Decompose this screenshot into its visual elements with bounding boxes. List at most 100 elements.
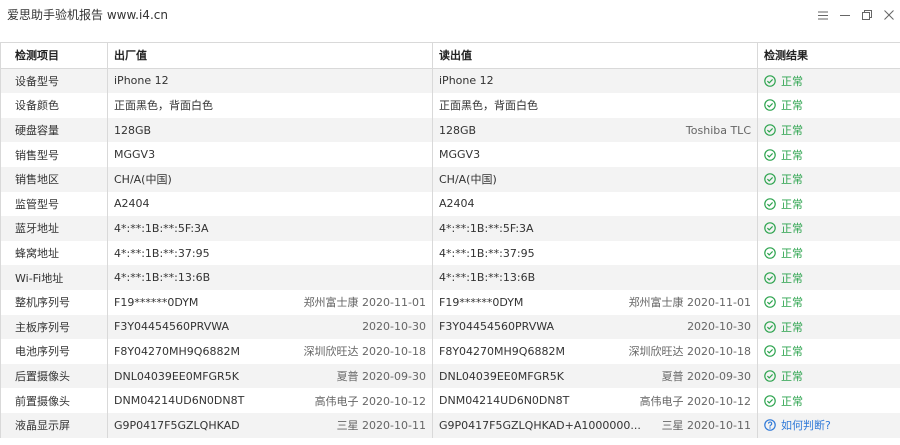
result-status: 正常 bbox=[781, 271, 803, 285]
result-status: 正常 bbox=[781, 74, 803, 88]
result-cell: 正常 bbox=[758, 117, 900, 143]
read-value: DNM04214UD6N0DN8T bbox=[439, 394, 570, 408]
factory-value-cell: G9P0417F5GZLQHKAD 三星 2020-10-11 bbox=[108, 412, 433, 438]
read-meta: 高伟电子 2020-10-12 bbox=[639, 394, 751, 408]
read-value-cell: iPhone 12 bbox=[433, 68, 758, 94]
factory-value-cell: F3Y04454560PRVWA 2020-10-30 bbox=[108, 314, 433, 340]
check-circle-icon bbox=[764, 173, 776, 186]
read-value: 正面黑色，背面白色 bbox=[439, 99, 538, 113]
read-value-cell: F3Y04454560PRVWA 2020-10-30 bbox=[433, 314, 758, 340]
result-cell: 正常 bbox=[758, 265, 900, 290]
result-status: 正常 bbox=[781, 370, 803, 384]
table-row: 后置摄像头 DNL04039EE0MFGR5K 夏普 2020-09-30 DNL04… bbox=[0, 363, 900, 389]
table-row: 电池序列号 F8Y04270MH9Q6882M 深圳欣旺达 2020-10-18 F8… bbox=[0, 339, 900, 364]
minimize-icon bbox=[840, 14, 850, 16]
factory-meta: 郑州富士康 2020-11-01 bbox=[303, 296, 426, 310]
read-value: DNL04039EE0MFGR5K bbox=[439, 369, 564, 383]
read-value-cell: A2404 bbox=[433, 191, 758, 217]
read-value-cell: 128GB Toshiba TLC bbox=[433, 117, 758, 143]
factory-value: 4*:**:1B:**:5F:3A bbox=[114, 221, 209, 235]
factory-value-cell: 正面黑色，背面白色 bbox=[108, 93, 433, 118]
row-item-label: 液晶显示屏 bbox=[0, 412, 108, 438]
result-status: 正常 bbox=[781, 124, 803, 138]
check-circle-icon bbox=[764, 198, 776, 210]
restore-icon bbox=[862, 10, 872, 20]
factory-meta: 三星 2020-10-11 bbox=[336, 419, 426, 433]
check-circle-icon bbox=[764, 271, 776, 284]
factory-meta: 深圳欣旺达 2020-10-18 bbox=[303, 345, 426, 359]
result-status: 正常 bbox=[781, 99, 803, 113]
result-status: 正常 bbox=[781, 197, 803, 211]
read-meta: 三星 2020-10-11 bbox=[661, 419, 751, 433]
factory-value: 128GB bbox=[114, 123, 152, 137]
table-row: 主板序列号 F3Y04454560PRVWA 2020-10-30 F3Y044545… bbox=[0, 314, 900, 340]
check-circle-icon bbox=[764, 75, 776, 87]
factory-value-cell: F19******0DYM 郑州富士康 2020-11-01 bbox=[108, 289, 433, 315]
row-item-label: 整机序列号 bbox=[0, 289, 108, 315]
factory-value-cell: CH/A(中国) bbox=[108, 166, 433, 192]
factory-value: DNM04214UD6N0DN8T bbox=[114, 394, 245, 408]
check-circle-icon bbox=[764, 99, 776, 112]
read-value-cell: CH/A(中国) bbox=[433, 166, 758, 192]
row-item-label: Wi-Fi地址 bbox=[0, 265, 108, 290]
read-value: iPhone 12 bbox=[439, 74, 494, 88]
result-status: 正常 bbox=[781, 394, 803, 408]
header-result: 检测结果 bbox=[758, 42, 900, 69]
report-table: 检测项目 出厂值 读出值 检测结果 设备型号 iPhone 12 iPhone 12… bbox=[0, 42, 900, 438]
result-cell: 正常 bbox=[758, 191, 900, 217]
factory-value-cell: F8Y04270MH9Q6882M 深圳欣旺达 2020-10-18 bbox=[108, 339, 433, 364]
table-body: 设备型号 iPhone 12 iPhone 12 正常 设备颜色 正面黑色，背面白色 正面黑… bbox=[0, 68, 900, 438]
result-cell: 正常 bbox=[758, 166, 900, 192]
report-content: 检测项目 出厂值 读出值 检测结果 设备型号 iPhone 12 iPhone 12… bbox=[0, 42, 900, 445]
factory-value: 4*:**:1B:**:37:95 bbox=[114, 246, 210, 260]
read-value: F8Y04270MH9Q6882M bbox=[439, 344, 565, 358]
read-meta: 郑州富士康 2020-11-01 bbox=[628, 296, 751, 310]
factory-value: A2404 bbox=[114, 197, 150, 211]
factory-value: F3Y04454560PRVWA bbox=[114, 320, 230, 334]
factory-value: iPhone 12 bbox=[114, 74, 169, 88]
check-circle-icon bbox=[764, 370, 776, 382]
result-status: 正常 bbox=[781, 173, 803, 187]
check-circle-icon bbox=[764, 345, 776, 358]
factory-value: F19******0DYM bbox=[114, 295, 199, 309]
result-status: 正常 bbox=[781, 296, 803, 310]
result-status: 正常 bbox=[781, 148, 803, 162]
factory-meta: 夏普 2020-09-30 bbox=[336, 370, 426, 384]
header-item: 检测项目 bbox=[0, 42, 108, 69]
check-circle-icon bbox=[764, 296, 776, 309]
result-cell[interactable]: 如何判断? bbox=[758, 412, 900, 438]
how-to-judge-link[interactable]: 如何判断? bbox=[781, 417, 831, 433]
result-cell: 正常 bbox=[758, 388, 900, 413]
factory-value-cell: 4*:**:1B:**:37:95 bbox=[108, 240, 433, 266]
result-cell: 正常 bbox=[758, 289, 900, 315]
table-row: 蜂窝地址 4*:**:1B:**:37:95 4*:**:1B:**:37:95 正常 bbox=[0, 240, 900, 266]
restore-button[interactable] bbox=[856, 0, 878, 30]
menu-icon bbox=[818, 11, 828, 19]
factory-value-cell: 128GB bbox=[108, 117, 433, 143]
table-row: 液晶显示屏 G9P0417F5GZLQHKAD 三星 2020-10-11 G9P04… bbox=[0, 412, 900, 438]
factory-value: CH/A(中国) bbox=[114, 173, 172, 187]
read-value-cell: 4*:**:1B:**:37:95 bbox=[433, 240, 758, 266]
result-status: 正常 bbox=[781, 320, 803, 334]
table-row: 设备型号 iPhone 12 iPhone 12 正常 bbox=[0, 68, 900, 94]
menu-button[interactable] bbox=[812, 0, 834, 30]
window-title: 爱思助手验机报告 www.i4.cn bbox=[7, 8, 168, 22]
read-value-cell: 正面黑色，背面白色 bbox=[433, 93, 758, 118]
read-meta: 2020-10-30 bbox=[687, 320, 751, 334]
factory-value: G9P0417F5GZLQHKAD bbox=[114, 418, 240, 432]
row-item-label: 主板序列号 bbox=[0, 314, 108, 340]
result-cell: 正常 bbox=[758, 93, 900, 118]
read-value-cell: DNM04214UD6N0DN8T 高伟电子 2020-10-12 bbox=[433, 388, 758, 413]
factory-value: MGGV3 bbox=[114, 148, 156, 162]
table-row: 前置摄像头 DNM04214UD6N0DN8T 高伟电子 2020-10-12 DNM… bbox=[0, 388, 900, 413]
result-cell: 正常 bbox=[758, 339, 900, 364]
minimize-button[interactable] bbox=[834, 0, 856, 30]
row-item-label: 蓝牙地址 bbox=[0, 216, 108, 241]
read-value: CH/A(中国) bbox=[439, 173, 497, 187]
row-item-label: 硬盘容量 bbox=[0, 117, 108, 143]
table-row: 设备颜色 正面黑色，背面白色 正面黑色，背面白色 正常 bbox=[0, 93, 900, 118]
read-value: G9P0417F5GZLQHKAD+A1000000... bbox=[439, 418, 641, 432]
table-row: 销售地区 CH/A(中国) CH/A(中国) 正常 bbox=[0, 166, 900, 192]
close-button[interactable] bbox=[878, 0, 900, 30]
check-circle-icon bbox=[764, 148, 776, 161]
